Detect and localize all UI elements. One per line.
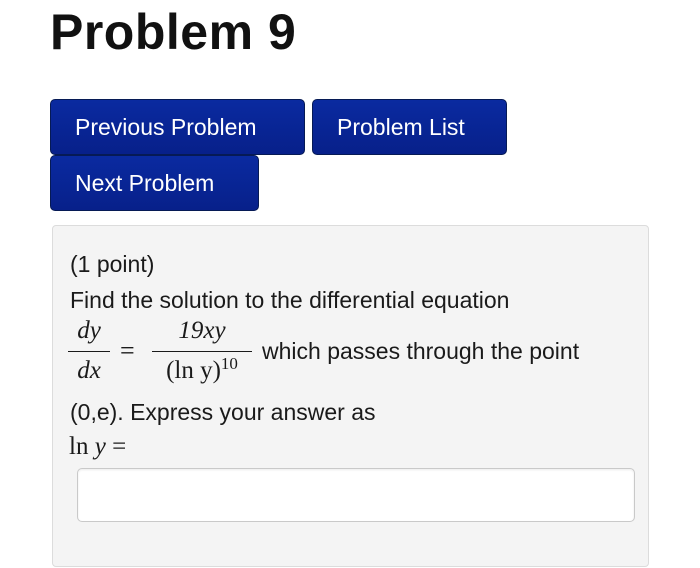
answer-prefix-var: y <box>94 433 106 460</box>
equals-sign: = <box>120 336 135 365</box>
problem-points: (1 point) <box>70 251 155 277</box>
lhs-fraction: dy dx <box>68 316 110 386</box>
answer-prefix: ln y = <box>69 432 126 462</box>
condition-text: which passes through the point <box>262 338 580 364</box>
lhs-denominator: dx <box>77 357 101 384</box>
rhs-numerator: 19xy <box>178 317 226 344</box>
problem-panel: (1 point) Find the solution to the diffe… <box>52 225 649 567</box>
rhs-fraction: 19xy (ln y)10 <box>152 316 252 388</box>
answer-input[interactable] <box>77 468 635 522</box>
answer-prefix-fn: ln <box>69 433 89 460</box>
next-problem-button[interactable]: Next Problem <box>50 155 259 211</box>
rhs-denominator-exponent: 10 <box>220 354 238 373</box>
express-instruction: (0,e). Express your answer as <box>70 399 376 425</box>
page-title: Problem 9 <box>50 4 297 60</box>
rhs-denominator-base: (ln y) <box>166 357 221 384</box>
lhs-fraction-bar <box>68 351 110 352</box>
rhs-denominator: (ln y)10 <box>152 354 252 388</box>
lhs-numerator: dy <box>77 317 101 344</box>
problem-prompt: Find the solution to the differential eq… <box>70 287 510 313</box>
rhs-fraction-bar <box>152 351 252 352</box>
answer-prefix-equals: = <box>112 433 127 460</box>
previous-problem-button[interactable]: Previous Problem <box>50 99 305 155</box>
differential-equation: dy dx = 19xy (ln y)10 which passes throu… <box>68 316 638 394</box>
problem-list-button[interactable]: Problem List <box>312 99 507 155</box>
